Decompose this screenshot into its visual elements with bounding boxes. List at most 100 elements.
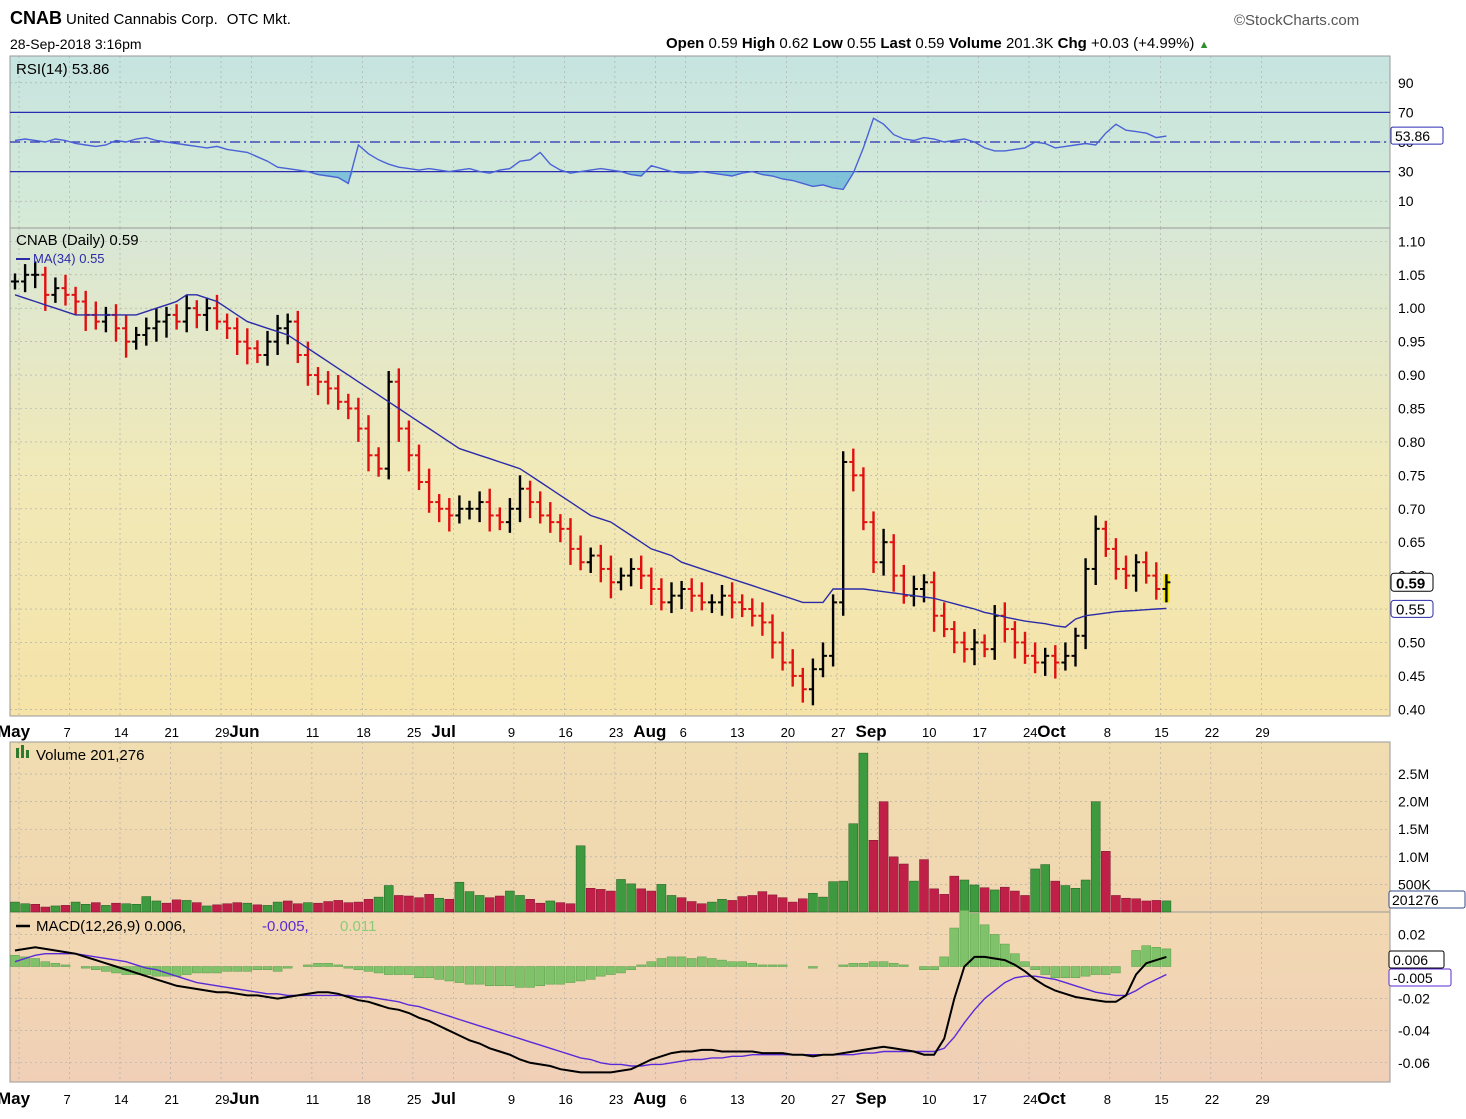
macd-histogram-bar [192, 966, 202, 974]
volume-icon [26, 750, 29, 758]
x-tick-label: 17 [973, 1092, 987, 1107]
x-tick-label: 21 [165, 725, 179, 740]
x-tick-label: 24 [1023, 1092, 1037, 1107]
macd-histogram-bar [777, 964, 788, 967]
volume-bar [373, 896, 384, 913]
volume-bar [969, 884, 980, 913]
volume-bar [232, 902, 242, 913]
macd-histogram-bar [333, 964, 343, 967]
x-tick-label: Oct [1037, 1089, 1066, 1108]
volume-bar [212, 904, 222, 913]
rsi-y-tick: 90 [1398, 75, 1414, 91]
volume-bar [414, 897, 424, 913]
price-y-tick: 0.75 [1398, 467, 1425, 483]
macd-histogram-bar [212, 966, 222, 974]
volume-bar [959, 879, 970, 913]
volume-bar [454, 881, 465, 913]
macd-histogram-bar [636, 964, 646, 967]
volume-bar [1070, 888, 1081, 913]
x-tick-label: 16 [558, 725, 572, 740]
macd-histogram-bar [555, 966, 566, 985]
macd-y-tick: -0.04 [1398, 1023, 1430, 1039]
volume-bar [91, 902, 101, 913]
macd-histogram-bar [262, 966, 273, 970]
macd-histogram-bar [40, 961, 51, 967]
x-tick-label: 22 [1205, 1092, 1219, 1107]
macd-histogram-bar [868, 961, 879, 967]
volume-bar [747, 895, 758, 913]
volume-bar [495, 895, 505, 913]
x-tick-label: 15 [1154, 725, 1168, 740]
macd-histogram-bar [282, 966, 293, 969]
x-tick-label: 11 [306, 725, 320, 740]
volume-bar [606, 890, 616, 913]
volume-bar [565, 903, 576, 913]
price-y-tick: 0.65 [1398, 534, 1425, 550]
macd-histogram-bar [838, 964, 848, 967]
volume-bar [909, 880, 919, 913]
macd-histogram-bar [575, 966, 586, 982]
volume-bar [343, 902, 354, 913]
macd-histogram-bar [989, 934, 1000, 967]
macd-histogram-bar [697, 956, 707, 967]
volume-bar [626, 883, 636, 913]
macd-legend-hist: 0.011 [340, 918, 376, 935]
x-tick-label: May [0, 722, 31, 741]
volume-bar [707, 901, 717, 913]
macd-histogram-bar [717, 959, 727, 967]
volume-bar [1121, 897, 1131, 913]
macd-histogram-bar [747, 963, 758, 967]
x-tick-label: 13 [730, 725, 744, 740]
price-y-tick: 0.45 [1398, 668, 1425, 684]
price-y-tick: 0.85 [1398, 400, 1425, 416]
volume-bar [222, 903, 232, 913]
volume-bar [727, 900, 737, 913]
volume-bar [575, 845, 586, 913]
volume-bar [353, 901, 364, 913]
x-tick-label: 7 [64, 1092, 71, 1107]
volume-bar [293, 903, 303, 913]
volume-bar [333, 900, 343, 913]
volume-bar [1010, 890, 1020, 913]
volume-bar [181, 900, 192, 913]
macd-y-tick: 0.02 [1398, 926, 1425, 942]
volume-bar [484, 897, 495, 913]
volume-bar [616, 879, 626, 913]
price-y-tick: 1.00 [1398, 300, 1425, 316]
volume-bar [202, 905, 212, 913]
macd-histogram-bar [323, 963, 333, 967]
x-tick-label: 10 [922, 725, 936, 740]
x-tick-label: Aug [633, 1089, 666, 1108]
ma-legend-label: MA(34) 0.55 [33, 251, 105, 266]
macd-histogram-bar [878, 961, 889, 967]
volume-bar [40, 906, 51, 913]
macd-histogram-bar [1131, 950, 1141, 967]
volume-bar [1030, 868, 1040, 913]
price-y-tick: 0.70 [1398, 501, 1425, 517]
macd-histogram-bar [313, 963, 323, 967]
volume-bar [303, 902, 313, 913]
x-tick-label: 20 [781, 725, 795, 740]
macd-histogram-bar [434, 966, 444, 980]
macd-histogram-bar [848, 963, 859, 967]
volume-bar [1141, 900, 1151, 913]
volume-bar [323, 901, 333, 913]
volume-bar [1000, 886, 1010, 913]
x-tick-label: 20 [781, 1092, 795, 1107]
volume-bar [464, 891, 475, 913]
macd-histogram-bar [343, 966, 354, 969]
x-tick-label: Jul [431, 1089, 456, 1108]
macd-histogram-bar [464, 966, 475, 985]
macd-last-label: 0.006 [1393, 952, 1428, 968]
macd-histogram-bar [535, 966, 545, 987]
volume-bar [10, 901, 20, 913]
price-y-tick: 0.50 [1398, 634, 1425, 650]
volume-title: Volume 201,276 [36, 747, 144, 764]
volume-bar [949, 875, 960, 913]
volume-bar [787, 901, 798, 913]
macd-panel [9, 911, 1391, 1083]
volume-icon [21, 745, 24, 758]
rsi-y-tick: 10 [1398, 193, 1414, 209]
macd-histogram-bar [1151, 947, 1162, 967]
volume-bar [798, 898, 808, 913]
